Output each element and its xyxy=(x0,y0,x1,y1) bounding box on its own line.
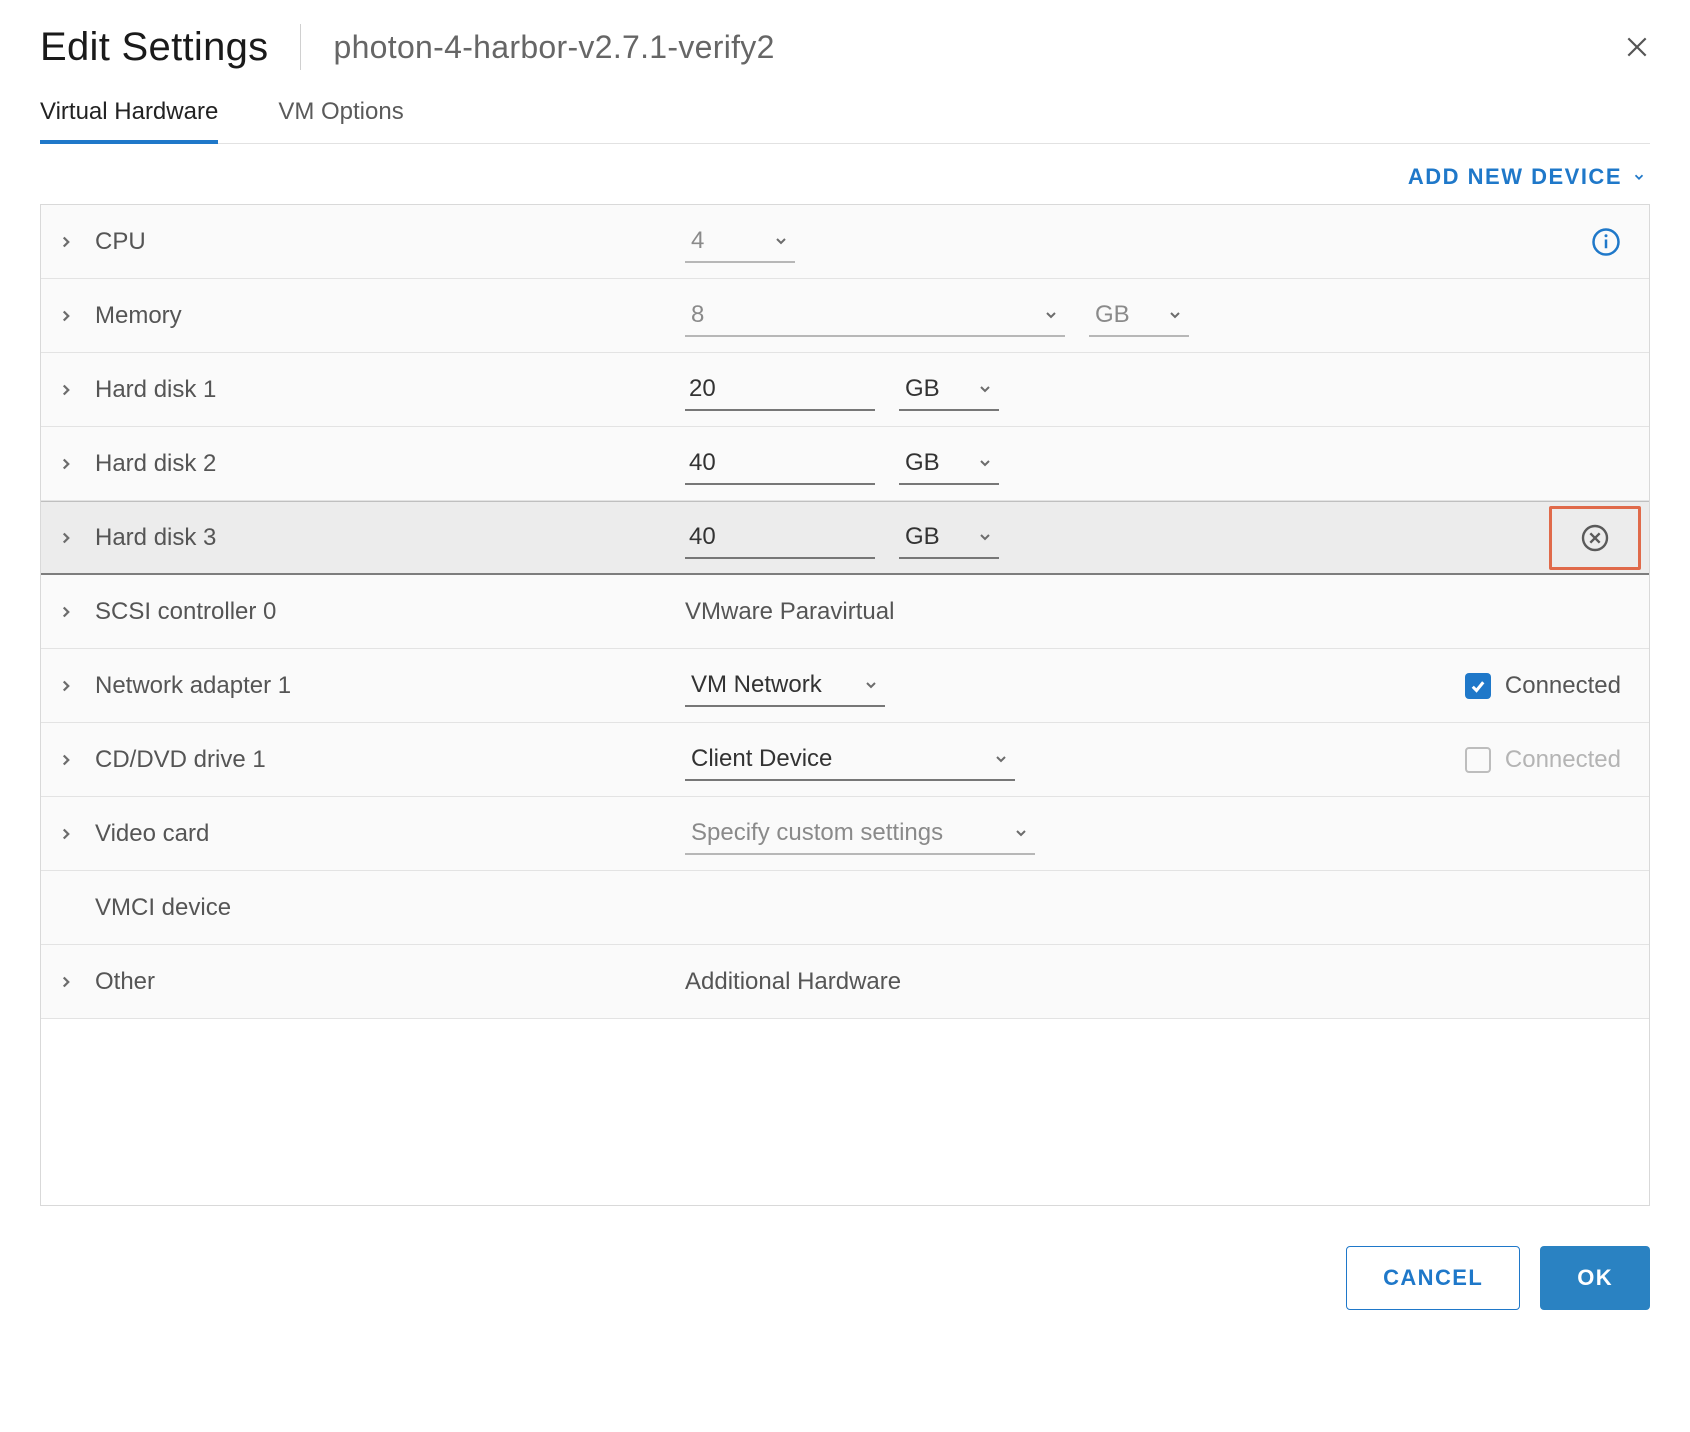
chevron-down-icon xyxy=(1013,825,1029,841)
row-other[interactable]: Other Additional Hardware xyxy=(41,945,1649,1019)
dialog-title: Edit Settings xyxy=(40,25,268,70)
tab-virtual-hardware[interactable]: Virtual Hardware xyxy=(40,98,218,144)
memory-size-select[interactable]: 8 xyxy=(685,295,1065,337)
row-hard-disk-2[interactable]: Hard disk 2 GB xyxy=(41,427,1649,501)
add-new-device-button[interactable]: ADD NEW DEVICE xyxy=(1408,164,1646,190)
tab-vm-options[interactable]: VM Options xyxy=(278,98,403,143)
vm-name: photon-4-harbor-v2.7.1-verify2 xyxy=(333,29,774,66)
row-cd-dvd-drive-1[interactable]: CD/DVD drive 1 Client Device Connected xyxy=(41,723,1649,797)
dialog-footer: CANCEL OK xyxy=(40,1206,1650,1310)
chevron-right-icon xyxy=(57,233,75,251)
row-vmci-device[interactable]: VMCI device xyxy=(41,871,1649,945)
close-icon[interactable] xyxy=(1624,34,1650,60)
remove-circle-icon[interactable] xyxy=(1579,522,1611,554)
hdd3-unit-select[interactable]: GB xyxy=(899,517,999,559)
chevron-right-icon xyxy=(57,603,75,621)
row-scsi-controller-0[interactable]: SCSI controller 0 VMware Paravirtual xyxy=(41,575,1649,649)
network-select[interactable]: VM Network xyxy=(685,665,885,707)
chevron-down-icon xyxy=(977,529,993,545)
chevron-down-icon xyxy=(863,677,879,693)
row-label: CPU xyxy=(95,228,685,256)
row-label: SCSI controller 0 xyxy=(95,598,685,626)
hdd1-size-input[interactable] xyxy=(685,369,875,411)
chevron-right-icon xyxy=(57,751,75,769)
chevron-right-icon xyxy=(57,381,75,399)
row-memory[interactable]: Memory 8 GB xyxy=(41,279,1649,353)
row-label: Memory xyxy=(95,302,685,330)
chevron-right-icon xyxy=(57,677,75,695)
row-label: Other xyxy=(95,968,685,996)
dialog-header: Edit Settings photon-4-harbor-v2.7.1-ver… xyxy=(40,24,1650,98)
row-label: VMCI device xyxy=(95,894,685,922)
chevron-right-icon xyxy=(57,307,75,325)
hardware-panel: CPU 4 Memory 8 xyxy=(40,204,1650,1206)
other-value: Additional Hardware xyxy=(685,968,901,996)
row-label: CD/DVD drive 1 xyxy=(95,746,685,774)
video-settings-select[interactable]: Specify custom settings xyxy=(685,813,1035,855)
row-label: Hard disk 3 xyxy=(95,524,685,552)
chevron-down-icon xyxy=(773,233,789,249)
row-cpu[interactable]: CPU 4 xyxy=(41,205,1649,279)
connected-label: Connected xyxy=(1505,672,1621,700)
connected-label: Connected xyxy=(1505,746,1621,774)
row-label: Hard disk 1 xyxy=(95,376,685,404)
scsi0-value: VMware Paravirtual xyxy=(685,598,894,626)
chevron-down-icon xyxy=(977,455,993,471)
hdd1-unit-select[interactable]: GB xyxy=(899,369,999,411)
chevron-down-icon xyxy=(993,751,1009,767)
hdd2-unit-select[interactable]: GB xyxy=(899,443,999,485)
row-hard-disk-1[interactable]: Hard disk 1 GB xyxy=(41,353,1649,427)
network-connected-checkbox[interactable] xyxy=(1465,673,1491,699)
row-hard-disk-3[interactable]: Hard disk 3 GB xyxy=(41,501,1649,575)
memory-unit-select[interactable]: GB xyxy=(1089,295,1189,337)
chevron-down-icon xyxy=(977,381,993,397)
row-label: Network adapter 1 xyxy=(95,672,685,700)
chevron-down-icon xyxy=(1167,307,1183,323)
hdd2-size-input[interactable] xyxy=(685,443,875,485)
row-label: Video card xyxy=(95,820,685,848)
chevron-down-icon xyxy=(1043,307,1059,323)
row-label: Hard disk 2 xyxy=(95,450,685,478)
chevron-right-icon xyxy=(57,973,75,991)
hdd3-size-input[interactable] xyxy=(685,517,875,559)
chevron-right-icon xyxy=(57,825,75,843)
cpu-count-select[interactable]: 4 xyxy=(685,221,795,263)
chevron-right-icon xyxy=(57,529,75,547)
ok-button[interactable]: OK xyxy=(1540,1246,1650,1310)
chevron-down-icon xyxy=(1632,170,1646,184)
add-new-device-label: ADD NEW DEVICE xyxy=(1408,164,1622,190)
cd-connected-checkbox[interactable] xyxy=(1465,747,1491,773)
cancel-button[interactable]: CANCEL xyxy=(1346,1246,1520,1310)
row-video-card[interactable]: Video card Specify custom settings xyxy=(41,797,1649,871)
cd-drive-select[interactable]: Client Device xyxy=(685,739,1015,781)
divider xyxy=(300,24,301,70)
chevron-right-icon xyxy=(57,455,75,473)
tabs: Virtual Hardware VM Options xyxy=(40,98,1650,144)
row-network-adapter-1[interactable]: Network adapter 1 VM Network Connected xyxy=(41,649,1649,723)
info-icon[interactable] xyxy=(1591,227,1621,257)
remove-device-highlight xyxy=(1549,506,1641,570)
